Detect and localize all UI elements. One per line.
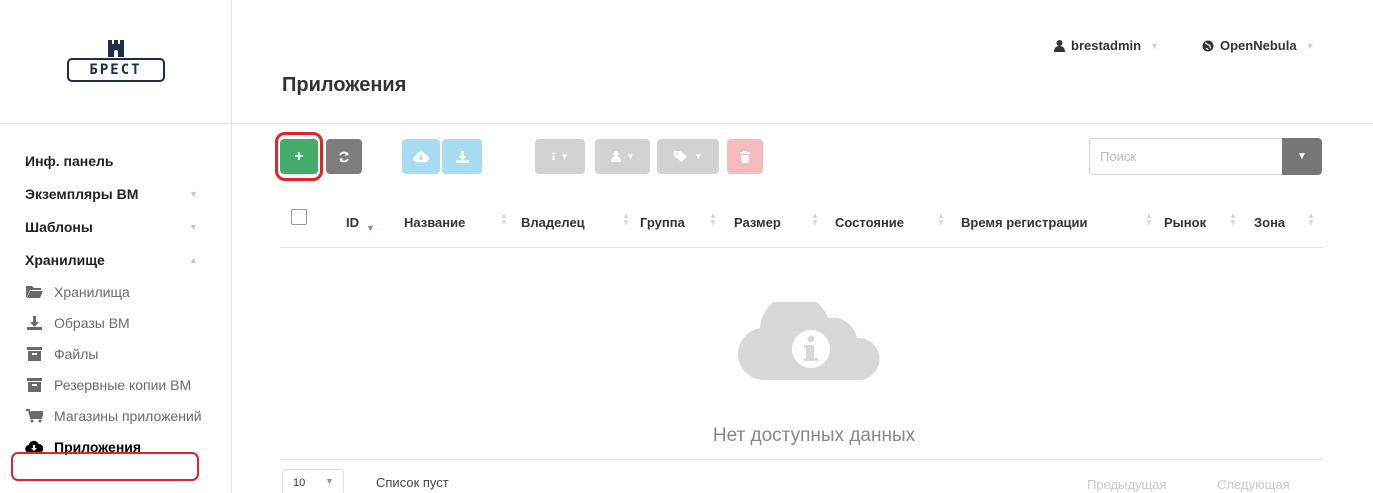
sort-desc-icon: ▼ [366, 223, 375, 233]
tower-icon [106, 39, 126, 57]
sidebar: БРЕСТ Инф. панель Экземпляры ВМ ▼ Шаблон… [0, 0, 232, 493]
page-title: Приложения [282, 74, 407, 96]
column-header-group[interactable]: Группа [640, 215, 685, 230]
sidebar-item-label: Экземпляры ВМ [25, 185, 139, 202]
sidebar-item-label: Образы ВМ [54, 314, 130, 331]
active-item-highlight [11, 452, 199, 481]
header: Приложения brestadmin ▼ OpenNebula ▼ [232, 0, 1373, 124]
logo-text: БРЕСТ [66, 57, 165, 82]
column-header-owner[interactable]: Владелец [521, 215, 585, 230]
user-icon [610, 151, 621, 162]
sort-icon: ▲ ▼ [622, 211, 630, 227]
search-placeholder: Поиск [1100, 149, 1137, 164]
chevron-down-icon: ▼ [560, 152, 569, 161]
sidebar-item-label: Шаблоны [25, 218, 93, 235]
zone-name: OpenNebula [1220, 38, 1297, 53]
sidebar-item-datastores[interactable]: Хранилища [0, 276, 231, 307]
chevron-down-icon: ▼ [626, 152, 635, 161]
table-info: Список пуст [376, 475, 449, 490]
info-dropdown-button[interactable]: ⁝ ▼ [535, 139, 585, 174]
sidebar-item-label: Хранилище [25, 251, 105, 268]
divider [280, 247, 1323, 248]
zone-menu[interactable]: OpenNebula ▼ [1202, 38, 1315, 53]
search-options-button[interactable]: ▼ [1282, 138, 1322, 175]
empty-message: Нет доступных данных [712, 425, 916, 446]
sidebar-item-images[interactable]: Образы ВМ [0, 307, 231, 338]
sort-icon: ▲ ▼ [500, 211, 508, 227]
sidebar-item-label: Магазины приложений [54, 407, 202, 424]
column-header-state[interactable]: Состояние [835, 215, 904, 230]
sort-icon: ▲ ▼ [1145, 211, 1153, 227]
create-button-highlight [275, 132, 323, 181]
cart-icon [25, 408, 43, 423]
user-menu[interactable]: brestadmin ▼ [1054, 38, 1159, 53]
refresh-icon [339, 151, 349, 162]
sort-icon: ▲ ▼ [1229, 211, 1237, 227]
search-input[interactable]: Поиск [1089, 138, 1282, 175]
archive-icon [25, 377, 43, 392]
sort-icon: ▲ ▼ [811, 211, 819, 227]
folder-open-icon [25, 285, 43, 298]
sort-icon: ▲ ▼ [1307, 211, 1315, 227]
sidebar-item-label: Резервные копии ВМ [54, 376, 192, 393]
sidebar-item-backups[interactable]: Резервные копии ВМ [0, 369, 231, 400]
page-length-value: 10 [293, 477, 306, 489]
sidebar-item-templates[interactable]: Шаблоны ▼ [0, 210, 231, 243]
column-header-id[interactable]: ID [346, 215, 359, 230]
sidebar-item-storage[interactable]: Хранилище ▲ [0, 243, 231, 276]
username: brestadmin [1071, 38, 1142, 53]
download-button[interactable] [442, 139, 482, 174]
cloud-download-icon [413, 151, 429, 162]
column-header-name[interactable]: Название [404, 215, 465, 230]
sidebar-item-label: Инф. панель [25, 152, 114, 169]
chevron-down-icon: ▼ [1305, 40, 1315, 51]
globe-icon [1202, 40, 1214, 51]
chevron-down-icon: ▼ [1150, 40, 1159, 51]
delete-button[interactable] [727, 139, 763, 174]
prev-page-button[interactable]: Предыдущая [1087, 477, 1167, 492]
sidebar-item-dashboard[interactable]: Инф. панель [0, 144, 231, 177]
column-header-market[interactable]: Рынок [1164, 215, 1206, 230]
sort-icon: ▲ ▼ [937, 211, 945, 227]
column-header-size[interactable]: Размер [734, 215, 781, 230]
user-icon [1054, 39, 1065, 52]
next-page-button[interactable]: Следующая [1217, 477, 1290, 492]
sidebar-menu: Инф. панель Экземпляры ВМ ▼ Шаблоны ▼ Хр… [0, 124, 231, 462]
chevron-up-icon: ▲ [189, 255, 198, 265]
info-icon: ⁝ [551, 151, 556, 163]
download-icon [455, 150, 469, 163]
sidebar-item-vms[interactable]: Экземпляры ВМ ▼ [0, 177, 231, 210]
labels-dropdown-button[interactable]: ▼ [657, 139, 719, 174]
sidebar-item-label: Файлы [54, 345, 99, 362]
divider [280, 459, 1323, 460]
chevron-down-icon: ▼ [189, 222, 198, 232]
logo-area: БРЕСТ [0, 0, 231, 124]
chevron-down-icon: ▼ [1297, 151, 1307, 162]
column-header-regtime[interactable]: Время регистрации [961, 215, 1088, 230]
download-icon [25, 315, 43, 330]
archive-icon [25, 346, 43, 361]
page-length-select[interactable]: 10 ▼ [282, 469, 344, 493]
tag-icon [673, 151, 687, 162]
trash-icon [740, 150, 750, 163]
sidebar-item-label: Хранилища [54, 283, 130, 300]
sidebar-item-files[interactable]: Файлы [0, 338, 231, 369]
refresh-button[interactable] [326, 139, 362, 174]
column-header-zone[interactable]: Зона [1254, 215, 1285, 230]
chevron-down-icon: ▼ [189, 189, 198, 199]
select-all-checkbox[interactable] [291, 209, 307, 225]
owner-dropdown-button[interactable]: ▼ [595, 139, 650, 174]
cloud-info-icon [737, 302, 880, 381]
sidebar-item-marketplaces[interactable]: Магазины приложений [0, 400, 231, 431]
brest-logo[interactable]: БРЕСТ [64, 39, 168, 82]
chevron-down-icon: ▼ [325, 476, 334, 486]
chevron-down-icon: ▼ [694, 152, 703, 161]
import-button[interactable] [402, 139, 440, 174]
sort-icon: ▲ ▼ [709, 211, 717, 227]
